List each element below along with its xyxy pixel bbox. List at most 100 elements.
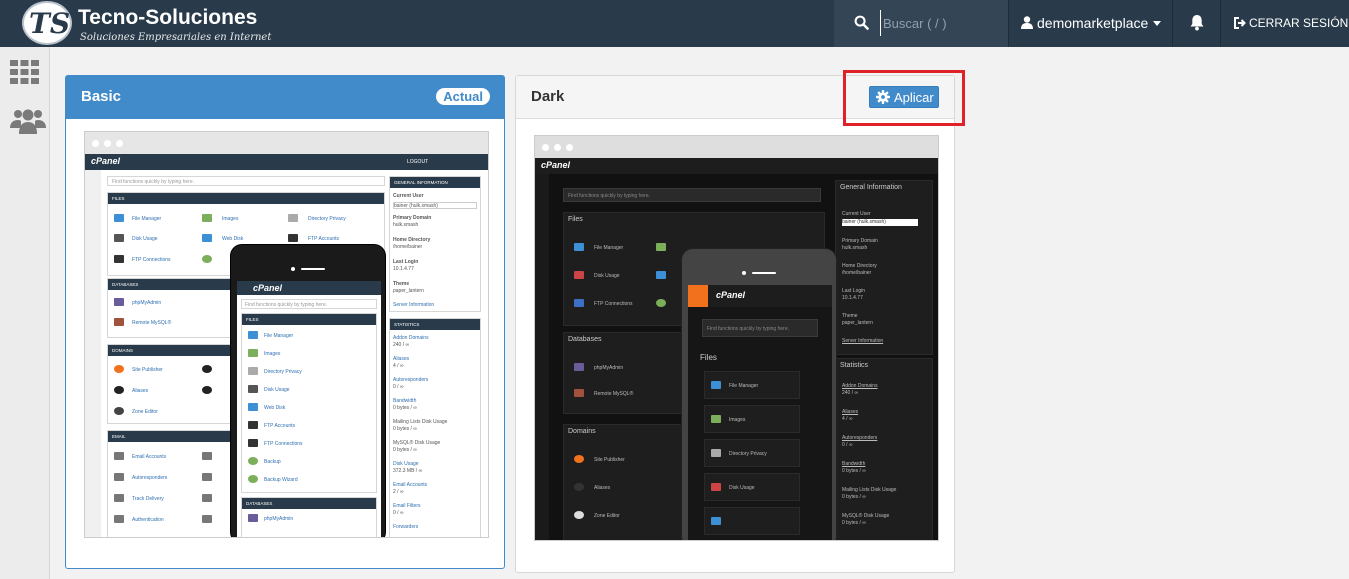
grid-apps-icon[interactable] [10, 60, 40, 84]
stat-label: Disk Usage [393, 461, 419, 467]
preview-item: Disk Usage [132, 236, 158, 242]
preview-appbar: cPanel LOGOUT [85, 154, 488, 170]
stat-value: 0 / ∞ [393, 510, 404, 516]
sign-out-icon [1234, 17, 1246, 29]
info-link: Server Information [842, 338, 884, 344]
info-label: Home Directory [393, 237, 431, 243]
mobile-item: phpMyAdmin [264, 516, 294, 522]
preview-section-title: General Information [840, 184, 902, 191]
stat-label: Autoresponders [393, 377, 429, 383]
preview-search: Find functions quickly by typing here. [563, 188, 821, 202]
stat-label: Autoresponders [842, 435, 878, 441]
mobile-item: Images [729, 417, 746, 423]
preview-item: Track Delivery [132, 496, 164, 502]
mobile-search-hint: Find functions quickly by typing here. [245, 302, 327, 308]
mobile-preview: cPanel Find functions quickly by typing … [230, 244, 386, 537]
brand-logo[interactable]: TS Tecno-Soluciones Soluciones Empresari… [22, 1, 272, 45]
stat-label: Forwarders [393, 524, 419, 530]
highlight-box [843, 70, 965, 126]
mobile-item: Web Disk [264, 405, 286, 411]
theme-preview-dark[interactable]: cPanel Find functions quickly by typing … [534, 135, 939, 541]
info-value: paper_lantern [842, 320, 873, 326]
info-label: Primary Domain [842, 238, 878, 244]
info-label: Last Login [393, 259, 419, 265]
users-group-icon[interactable] [10, 108, 46, 134]
mobile-item: Backup [264, 459, 281, 465]
theme-preview-basic[interactable]: cPanel LOGOUT Find functions quickly by … [84, 131, 489, 538]
preview-statistics: Statistics Addon Domains 240 / ∞ Aliases… [835, 358, 933, 540]
info-value: bainer (hulk.smash) [393, 202, 477, 209]
mobile-screen: cPanel Find functions quickly by typing … [237, 281, 381, 537]
brand-tagline: Soluciones Empresariales en Internet [80, 32, 272, 43]
stat-value: 0 bytes / ∞ [842, 494, 866, 500]
preview-section-title: GENERAL INFORMATION [390, 177, 480, 188]
stat-value: 372.3 MB / ∞ [393, 468, 423, 474]
info-value: /home/bainer [393, 244, 423, 250]
notifications-button[interactable] [1172, 0, 1220, 47]
bell-icon [1190, 15, 1204, 31]
search-box [834, 0, 1008, 47]
preview-search-hint: Find functions quickly by typing here. [568, 193, 650, 199]
info-value: 10.1.4.77 [393, 266, 414, 272]
search-input[interactable] [880, 10, 1000, 36]
preview-item: Remote MySQL® [594, 391, 634, 397]
user-menu[interactable]: demomarketplace [1008, 0, 1172, 47]
preview-search: Find functions quickly by typing here. [107, 176, 385, 186]
mobile-item: Directory Privacy [264, 369, 302, 375]
logout-button[interactable]: CERRAR SESIÓN [1220, 0, 1349, 47]
info-label: Current User [393, 193, 424, 199]
username: demomarketplace [1037, 15, 1149, 31]
preview-item: Authentication [132, 517, 164, 523]
brand-name: Tecno-Soluciones [78, 6, 258, 29]
stat-value: 0 / ∞ [842, 442, 853, 448]
mobile-screen: cPanel Find functions quickly by typing … [688, 285, 832, 540]
mobile-item: Backup Wizard [264, 477, 298, 483]
preview-item: Images [222, 216, 239, 222]
stat-value: 240 / ∞ [393, 342, 410, 348]
preview-section-title: Statistics [840, 362, 869, 369]
mobile-brand: cPanel [716, 290, 746, 300]
preview-item: Aliases [132, 388, 149, 394]
preview-item: Site Publisher [594, 457, 625, 463]
preview-sidebar [535, 174, 549, 540]
preview-item: Aliases [594, 485, 611, 491]
theme-name: Basic [81, 88, 122, 105]
chevron-down-icon [1153, 21, 1161, 26]
stat-value: 240 / ∞ [842, 390, 859, 396]
stat-label: Bandwidth [842, 461, 866, 467]
preview-item: Site Publisher [132, 367, 163, 373]
logo-initials: TS [29, 7, 71, 40]
info-value: hulk.smash [393, 222, 419, 228]
theme-name: Dark [531, 88, 565, 105]
window-chrome [85, 132, 488, 154]
preview-sidebar [85, 170, 101, 537]
stat-value: 0 bytes / ∞ [393, 405, 417, 411]
info-value: /home/bainer [842, 270, 872, 276]
stat-value: 2 / ∞ [393, 489, 404, 495]
mobile-item: File Manager [729, 383, 759, 389]
current-theme-badge: Actual [436, 88, 490, 105]
preview-section-title: STATISTICS [390, 319, 480, 330]
info-label: Theme [393, 281, 410, 287]
preview-item: Zone Editor [132, 409, 158, 415]
mobile-brand: cPanel [253, 283, 283, 293]
preview-item: File Manager [594, 245, 624, 251]
theme-card-header: Basic Actual [66, 76, 504, 119]
preview-item: Zone Editor [594, 513, 620, 519]
preview-logout: LOGOUT [407, 159, 429, 165]
stat-label: Mailing Lists Disk Usage [393, 419, 448, 425]
top-navbar: TS Tecno-Soluciones Soluciones Empresari… [0, 0, 1349, 47]
stat-label: Aliases [393, 356, 410, 362]
preview-appbar: cPanel [535, 158, 938, 174]
preview-item: Web Disk [222, 236, 244, 242]
preview-item: phpMyAdmin [132, 300, 162, 306]
preview-item: Remote MySQL® [132, 320, 172, 326]
preview-section-title: Files [568, 216, 583, 223]
stat-label: Email Accounts [393, 482, 428, 488]
mobile-item: FTP Accounts [264, 423, 296, 429]
preview-brand: cPanel [91, 156, 121, 166]
window-chrome [535, 136, 938, 158]
preview-statistics: STATISTICS Addon Domains 240 / ∞ Aliases… [389, 318, 481, 537]
info-value: paper_lantern [393, 288, 424, 294]
preview-section-title: FILES [108, 193, 384, 204]
